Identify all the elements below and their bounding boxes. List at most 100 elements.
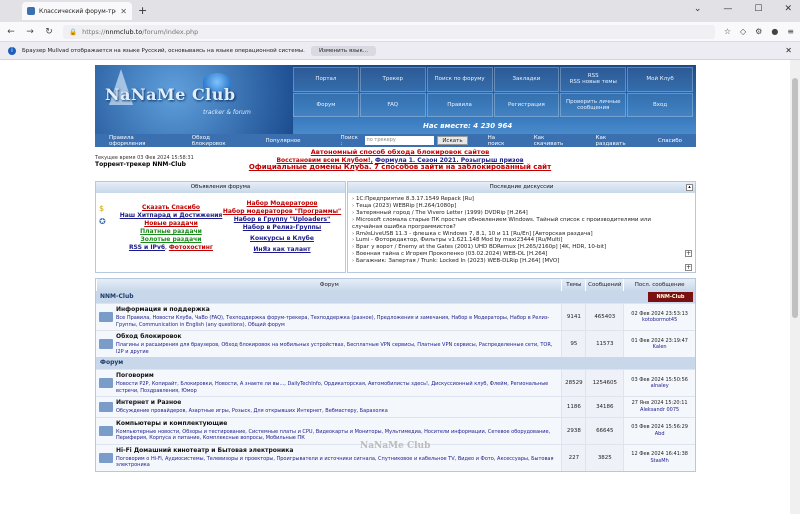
toolbar-thanks[interactable]: Спасибо [658,138,682,144]
change-language-button[interactable]: Изменить язык... [310,45,377,56]
expand-icon[interactable]: + [685,250,692,257]
link-gold-releases[interactable]: Золотые раздачи [140,236,201,243]
toolbar-popular[interactable]: Популярное [266,138,301,144]
bookmark-star-icon[interactable]: ☆ [724,27,731,36]
chevron-down-icon[interactable]: ⌄ [694,4,702,14]
forum-row[interactable]: Информация и поддержка Все Правила, Новос… [96,303,695,330]
forum-row[interactable]: Поговорим Новости P2P, Копирайт, Блокиров… [96,369,695,396]
new-tab-icon[interactable]: + [138,4,147,17]
nav-login[interactable]: Вход [627,92,693,117]
forward-icon[interactable]: → [25,27,35,37]
close-tab-icon[interactable]: ✕ [120,7,127,16]
site-toolbar: Правила оформления Обход блокировок Попу… [95,134,696,147]
banner-image[interactable]: NNM-Club [648,292,693,302]
link-mod-programs[interactable]: Набор модераторов "Программы" [223,208,341,215]
last-post-user[interactable]: Abd [655,431,665,438]
forum-name[interactable]: Интернет и Разное [116,399,557,406]
menu-icon[interactable]: ≡ [787,27,794,36]
nav-rules[interactable]: Правила [426,92,493,117]
link-new-releases[interactable]: Новые раздачи [144,220,198,227]
toolbar-to-search[interactable]: На поиск [488,135,514,147]
nav-portal[interactable]: Портал [293,67,359,92]
forum-row[interactable]: Обход блокировок Плагины и расширения для… [96,330,695,357]
close-window-icon[interactable]: ✕ [784,4,792,14]
forum-row[interactable]: Компьютеры и комплектующие Компьютерные н… [96,416,695,444]
link-uploaders[interactable]: Набор в Группу "Uploaders" [234,216,331,223]
discussion-item[interactable]: Lumi - Фоторедактор, Фильтры v1.621.148 … [352,237,681,244]
discussion-item[interactable]: Затерянный город / The Vivero Letter (19… [352,210,681,217]
search-button[interactable]: Искать [437,136,468,145]
forum-name[interactable]: Поговорим [116,372,557,379]
nav-forum[interactable]: Форум [293,92,359,117]
shield-icon[interactable]: ◇ [740,27,746,36]
url-host: nnmclub.to [105,27,143,36]
nav-messages[interactable]: Проверить личные сообщения [560,92,627,117]
forum-table-header: Форум Темы Сообщений Посл. сообщение [96,279,695,291]
search-input[interactable]: по трекеру [364,136,435,145]
last-post-user[interactable]: Aleksandr 0075 [640,407,679,414]
nav-forum-search[interactable]: Поиск по форуму [426,67,493,92]
scrollbar-thumb[interactable] [792,78,798,318]
link-release-groups[interactable]: Набор в Релиз-Группы [243,224,321,231]
discussion-item[interactable]: 1С:Предприятие 8.3.17.1549 Repack [Ru] [352,196,681,203]
collapse-icon[interactable]: ▴ [686,184,693,191]
address-bar[interactable]: 🔒 https://nnmclub.to/forum/index.php [63,24,715,39]
announce-domains[interactable]: Официальные домены Клуба. 7 способов зай… [249,163,551,171]
link-say-thanks[interactable]: Сказать Спасибо [142,204,200,211]
nav-my-club[interactable]: Мой Клуб [627,67,693,92]
toolbar-how-download[interactable]: Как скачивать [534,135,576,147]
link-mod-recruit[interactable]: Набор Модераторов [247,200,318,207]
maximize-icon[interactable]: ☐ [754,4,762,14]
expand-icon[interactable]: + [685,264,692,271]
col-forum: Форум [96,279,561,291]
forum-name[interactable]: Обход блокировок [116,333,557,340]
browser-tab[interactable]: Классический форум-трекер NNM ✕ [22,2,132,20]
topics-count: 9141 [561,304,586,330]
link-photohosting[interactable]: Фотохостинг [169,244,213,251]
subforums[interactable]: Новости P2P, Копирайт, Блокировки, Новос… [116,381,557,394]
toolbar-how-seed[interactable]: Как раздавать [596,135,638,147]
link-paid-releases[interactable]: Платные раздачи [140,228,202,235]
link-rss-ipv6[interactable]: RSS и IPv6 [129,244,165,251]
announce-bypass[interactable]: Автономный способ обхода блокировок сайт… [311,148,490,156]
forum-name[interactable]: Компьютеры и комплектующие [116,420,557,427]
minimize-icon[interactable]: — [723,4,732,14]
category-nnm-club[interactable]: NNM-Club NNM-Club [96,291,695,303]
link-contests[interactable]: Конкурсы в Клубе [250,235,314,242]
addon-icon[interactable]: ● [771,27,778,36]
discussion-item[interactable]: Rm∂sLiveUSB 11.3 - флешка с Windows 7, 8… [352,231,681,238]
close-icon[interactable]: ✕ [785,46,792,55]
subforums[interactable]: Плагины и расширения для браузеров, Обхо… [116,342,557,355]
nav-bookmarks[interactable]: Закладки [493,67,560,92]
reload-icon[interactable]: ↻ [44,27,54,37]
nav-register[interactable]: Регистрация [493,92,560,117]
discussion-item[interactable]: Багажник: Запертая / Trunk: Locked In (2… [352,258,681,265]
last-post-user[interactable]: Kalen [653,344,667,351]
subforums[interactable]: Поговорим о Hi-Fi, Аудиосистемы, Телевиз… [116,456,557,469]
subforums[interactable]: Обсуждение провайдеров, Азартные игры, Р… [116,408,557,415]
site-logo[interactable]: NaNaMe Club tracker & forum [95,65,293,134]
forum-row[interactable]: Интернет и Разное Обсуждение провайдеров,… [96,396,695,417]
discussion-item[interactable]: Теща (2023) WEBRip [H.264/1080p] [352,203,681,210]
forum-name[interactable]: Информация и поддержка [116,306,557,313]
link-foreign-lang[interactable]: ИнЯз как талант [253,246,310,253]
toolbar-rules[interactable]: Правила оформления [109,135,172,147]
forum-name[interactable]: Hi-Fi Домашний кинотеатр и Бытовая элект… [116,447,557,454]
subforums[interactable]: Все Правила, Новости Клуба, ЧаВо (FAQ), … [116,315,557,328]
nav-rss[interactable]: RSS RSS новые темы [560,67,627,92]
coin-icon: $ [99,204,105,213]
page-scrollbar[interactable] [790,60,800,514]
last-post-user[interactable]: alnaley [651,383,669,390]
category-forum[interactable]: Форум [96,357,695,369]
nav-faq[interactable]: FAQ [359,92,426,117]
discussion-item[interactable]: Военная тайна с Игорем Прокопенко (03.02… [352,251,681,258]
nav-tracker[interactable]: Трекер [359,67,426,92]
toolbar-bypass[interactable]: Обход блокировок [192,135,246,147]
subforums[interactable]: Компьютерные новости, Обзоры и тестирова… [116,429,557,442]
back-icon[interactable]: ← [6,27,16,37]
last-post-user[interactable]: kotobormot45 [642,317,677,324]
last-post-user[interactable]: StasMh [650,458,668,465]
link-hitparade[interactable]: Наш Хитпарад и Достижения [120,212,223,219]
discussion-item[interactable]: Microsoft сломала старые ПК простым обно… [352,217,681,231]
extensions-icon[interactable]: ⚙ [755,27,762,36]
